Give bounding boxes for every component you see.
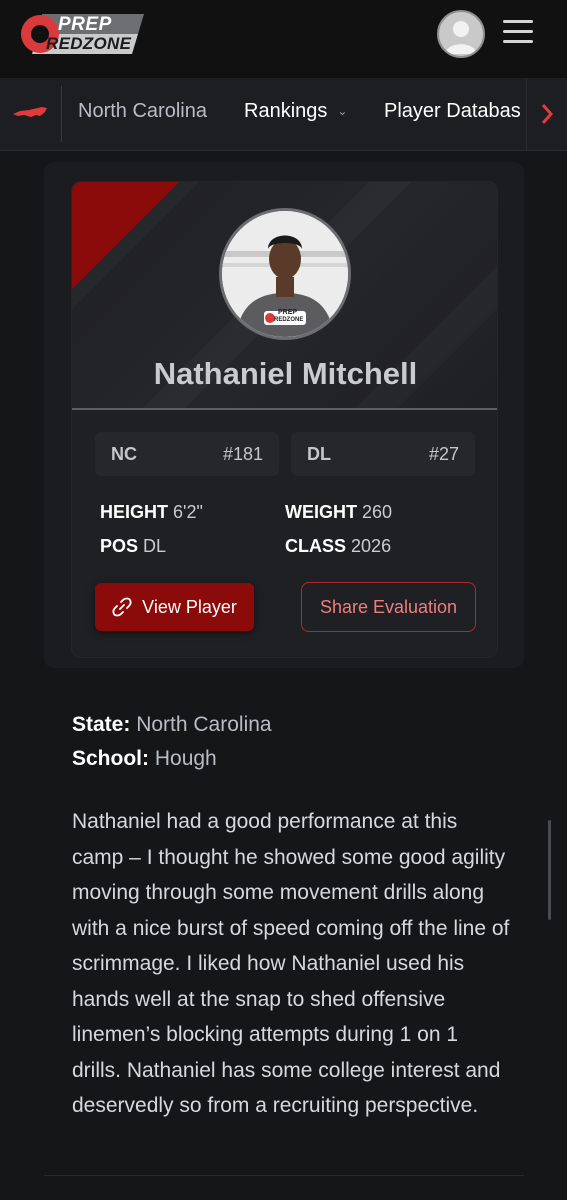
top-header: PREP REDZONE	[0, 0, 567, 79]
logo-text-bottom: REDZONE	[46, 34, 132, 53]
page-scrollbar[interactable]	[548, 820, 551, 920]
position-abbr: DL	[307, 444, 331, 464]
state-detail-label: State:	[72, 713, 131, 736]
view-player-button[interactable]: View Player	[95, 583, 254, 631]
evaluation-text: Nathaniel had a good performance at this…	[72, 810, 510, 1117]
bottom-divider	[44, 1175, 524, 1176]
nav-state-link[interactable]: North Carolina	[78, 100, 207, 123]
link-icon	[112, 597, 132, 617]
photo-logo-bottom: REDZONE	[274, 317, 304, 323]
share-evaluation-label: Share Evaluation	[319, 596, 458, 617]
logo-text-top: PREP	[58, 14, 112, 35]
school-detail-value: Hough	[154, 747, 217, 770]
photo-logo-top: PREP	[278, 309, 298, 316]
class-value: 2026	[351, 536, 392, 556]
height-label: HEIGHT	[100, 502, 169, 522]
class-stat: CLASS 2026	[285, 536, 391, 557]
user-avatar-icon[interactable]	[437, 10, 485, 58]
name-divider	[72, 408, 497, 410]
prep-redzone-logo[interactable]: PREP REDZONE	[20, 12, 146, 56]
state-rank: #181	[222, 444, 263, 464]
red-corner-accent	[72, 182, 179, 289]
view-player-label: View Player	[142, 596, 237, 617]
school-detail: School: Hough	[72, 747, 217, 771]
weight-stat: WEIGHT 260	[285, 502, 392, 523]
player-photo: PREP REDZONE	[219, 208, 351, 340]
share-evaluation-button[interactable]: Share Evaluation	[301, 582, 476, 632]
nav-rankings-dropdown[interactable]: Rankings ⌄	[244, 100, 347, 123]
player-card: PREP REDZONE Nathaniel Mitchell NC #181 …	[71, 181, 498, 658]
nav-divider	[61, 86, 62, 142]
position-rank: #27	[428, 444, 459, 464]
state-detail: State: North Carolina	[72, 713, 272, 737]
nav-player-database-link[interactable]: Player Databas	[384, 100, 521, 123]
height-value: 6'2"	[173, 502, 203, 522]
hamburger-icon[interactable]	[503, 20, 533, 48]
state-abbr: NC	[111, 444, 137, 464]
secondary-nav: North Carolina Rankings ⌄ Player Databas	[0, 78, 567, 151]
chevron-down-icon: ⌄	[337, 104, 348, 118]
position-stat: POS DL	[100, 536, 166, 557]
chevron-right-icon[interactable]	[526, 78, 567, 150]
player-name: Nathaniel Mitchell	[153, 356, 418, 391]
weight-value: 260	[362, 502, 393, 522]
pos-value: DL	[143, 536, 167, 556]
state-rank-chip: NC #181	[95, 432, 279, 476]
position-rank-chip: DL #27	[291, 432, 475, 476]
nav-rankings-label: Rankings	[244, 100, 328, 122]
height-stat: HEIGHT 6'2"	[100, 502, 203, 523]
weight-label: WEIGHT	[285, 502, 357, 522]
north-carolina-map-icon[interactable]	[12, 102, 48, 127]
state-detail-value: North Carolina	[136, 713, 272, 736]
class-label: CLASS	[285, 536, 347, 556]
pos-label: POS	[100, 536, 139, 556]
school-detail-label: School:	[72, 747, 149, 770]
